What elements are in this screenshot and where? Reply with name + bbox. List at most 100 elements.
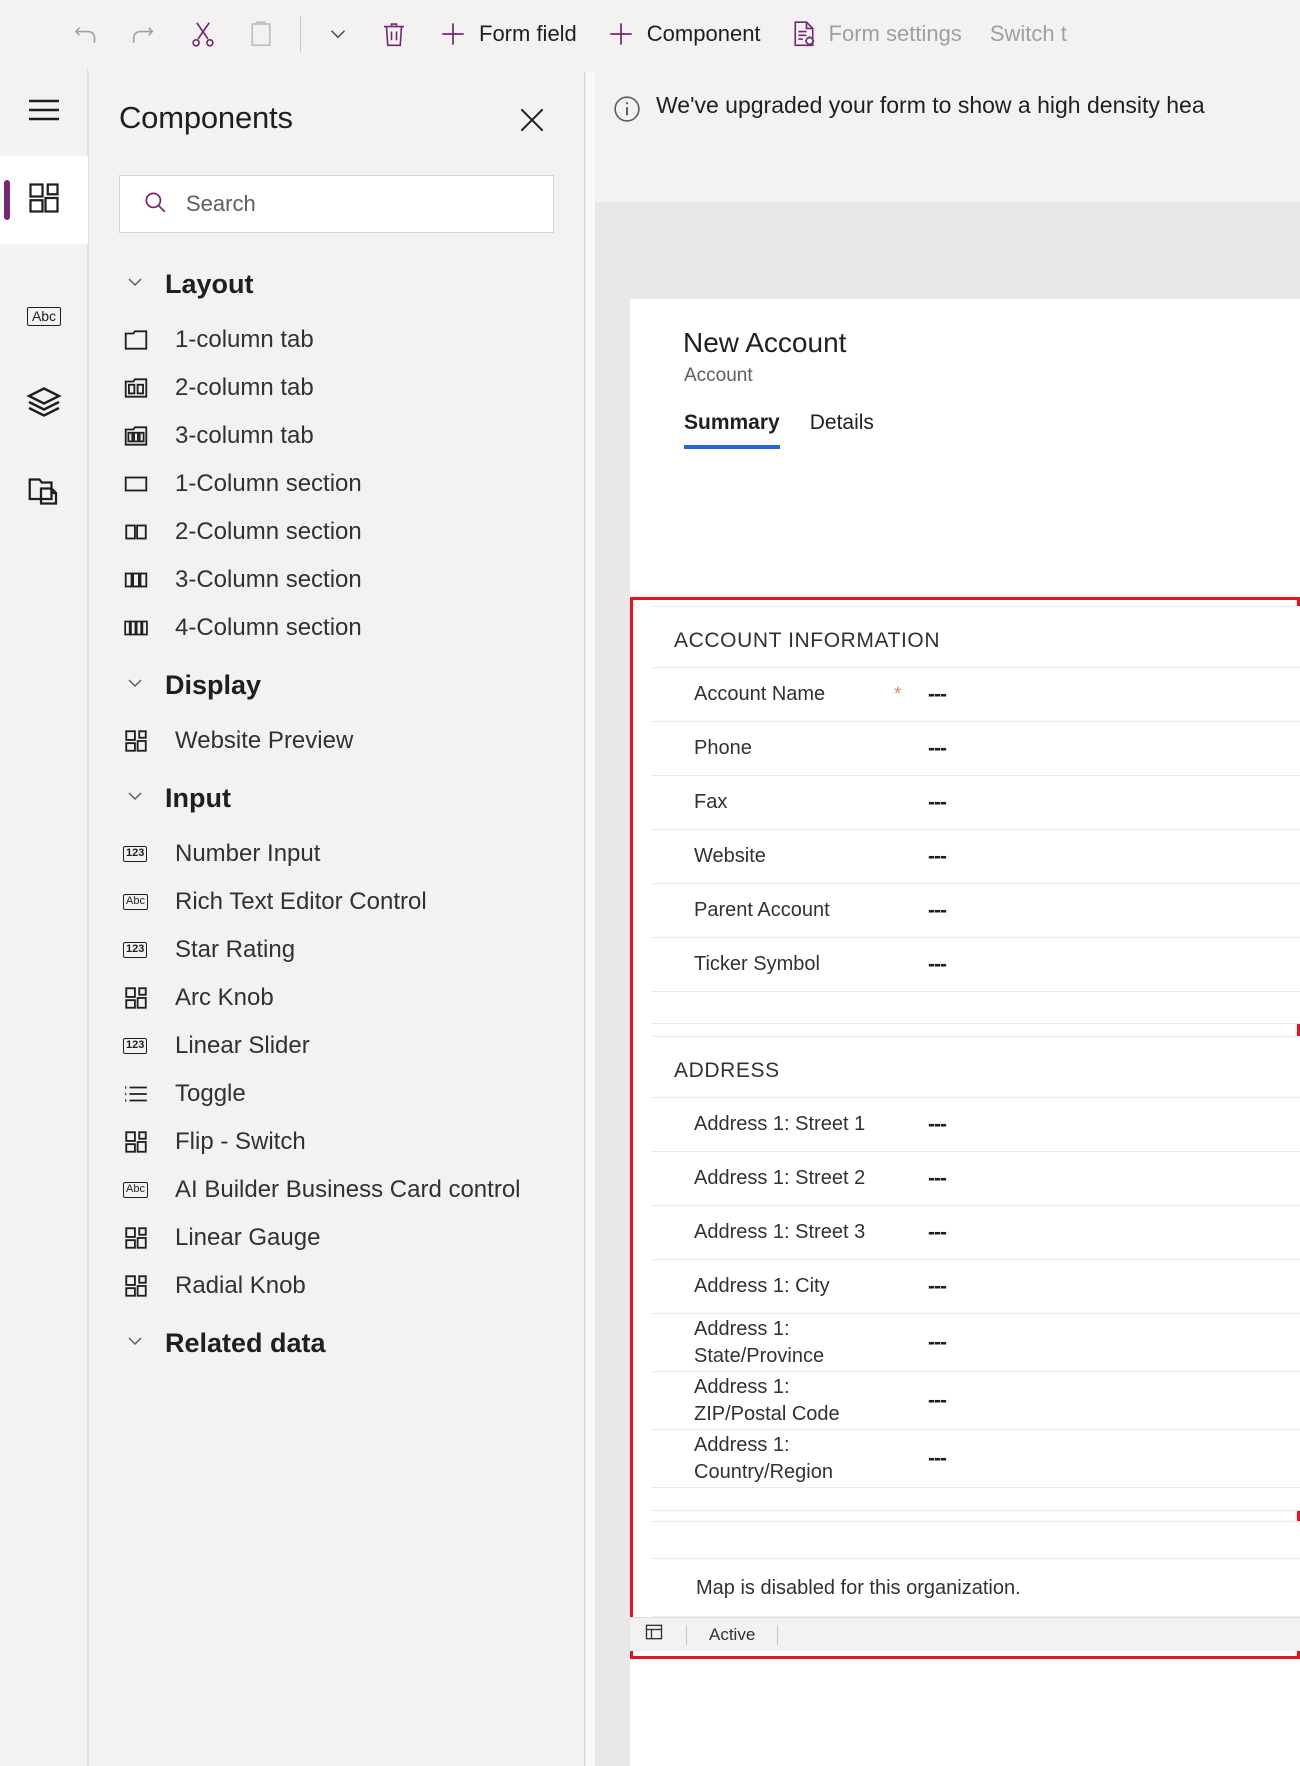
list-item[interactable]: Website Preview <box>89 717 584 765</box>
field-row[interactable]: Fax --- <box>652 775 1300 829</box>
list-item[interactable]: Abc Rich Text Editor Control <box>89 878 584 926</box>
group-header-input[interactable]: Input <box>89 765 584 830</box>
group-header-display[interactable]: Display <box>89 652 584 717</box>
field-label: Fax <box>694 791 728 813</box>
tab-1-column-icon <box>123 327 153 353</box>
list-item[interactable]: 3-column tab <box>89 412 584 460</box>
field-row[interactable]: Address 1: ZIP/Postal Code --- <box>652 1371 1300 1429</box>
group-header-related-data[interactable]: Related data <box>89 1310 584 1375</box>
field-row[interactable]: Website --- <box>652 829 1300 883</box>
list-item-label: Arc Knob <box>175 984 274 1011</box>
list-item[interactable]: 1-Column section <box>89 460 584 508</box>
field-row[interactable]: Account Name * --- <box>652 667 1300 721</box>
list-item[interactable]: 123 Number Input <box>89 830 584 878</box>
section-account-information[interactable]: ACCOUNT INFORMATION Account Name * --- P… <box>652 606 1300 1024</box>
tab-summary[interactable]: Summary <box>684 411 780 449</box>
field-row[interactable]: Phone --- <box>652 721 1300 775</box>
list-item[interactable]: Linear Gauge <box>89 1214 584 1262</box>
component-button[interactable]: Component <box>591 8 775 60</box>
component-grid-icon <box>123 1273 153 1299</box>
info-icon <box>612 94 642 129</box>
sidebar-item-components[interactable] <box>0 156 88 244</box>
search-input[interactable] <box>186 191 553 217</box>
list-item[interactable]: Abc AI Builder Business Card control <box>89 1166 584 1214</box>
list-item[interactable]: 2-column tab <box>89 364 584 412</box>
paste-button[interactable] <box>232 8 290 60</box>
abc-icon: Abc <box>26 306 62 326</box>
field-row[interactable]: Address 1: Street 3 --- <box>652 1205 1300 1259</box>
cut-button[interactable] <box>174 8 232 60</box>
hamburger-icon <box>27 97 61 128</box>
list-item[interactable]: Toggle <box>89 1070 584 1118</box>
field-value: --- <box>928 1220 947 1244</box>
field-row[interactable]: Ticker Symbol --- <box>652 937 1300 991</box>
form-settings-button[interactable]: Form settings <box>775 8 976 60</box>
field-row[interactable]: Address 1: Country/Region --- <box>652 1429 1300 1487</box>
chevron-down-icon <box>123 270 147 299</box>
switch-to-button[interactable]: Switch t <box>976 8 1081 60</box>
component-grid-icon <box>123 728 153 754</box>
list-item-label: Rich Text Editor Control <box>175 888 427 915</box>
field-value: --- <box>928 952 947 976</box>
list-item-label: 2-Column section <box>175 518 362 545</box>
number-123-icon: 123 <box>123 942 153 958</box>
form-field-label: Form field <box>479 21 577 46</box>
sidebar-item-copy-forms[interactable] <box>0 448 88 536</box>
field-label: Address 1: City <box>694 1275 830 1297</box>
required-indicator: * <box>894 683 902 705</box>
field-label: Parent Account <box>694 899 830 921</box>
list-item-label: AI Builder Business Card control <box>175 1176 521 1203</box>
field-row[interactable]: Address 1: Street 2 --- <box>652 1151 1300 1205</box>
plus-icon <box>437 18 469 50</box>
abc-icon: Abc <box>123 1182 153 1198</box>
components-panel: Components Layout <box>88 72 585 1766</box>
list-item[interactable]: Radial Knob <box>89 1262 584 1310</box>
list-item[interactable]: Flip - Switch <box>89 1118 584 1166</box>
tab-details[interactable]: Details <box>810 411 874 449</box>
field-value: --- <box>928 844 947 868</box>
list-item-label: Radial Knob <box>175 1272 306 1299</box>
list-item[interactable]: 3-Column section <box>89 556 584 604</box>
list-item-label: Toggle <box>175 1080 246 1107</box>
list-item[interactable]: 2-Column section <box>89 508 584 556</box>
section-title: ADDRESS <box>674 1059 780 1082</box>
tab-3-column-icon <box>123 423 153 449</box>
list-item[interactable]: 1-column tab <box>89 316 584 364</box>
list-item[interactable]: Arc Knob <box>89 974 584 1022</box>
notification-banner: We've upgraded your form to show a high … <box>595 72 1300 202</box>
field-row[interactable]: Address 1: City --- <box>652 1259 1300 1313</box>
field-value: --- <box>928 1166 947 1190</box>
chevron-down-icon <box>123 671 147 700</box>
list-item[interactable]: 4-Column section <box>89 604 584 652</box>
hamburger-menu-button[interactable] <box>0 68 88 156</box>
section-address[interactable]: ADDRESS Address 1: Street 1 --- Address … <box>652 1036 1300 1511</box>
group-header-layout[interactable]: Layout <box>89 251 584 316</box>
close-panel-button[interactable] <box>510 100 554 145</box>
status-divider <box>686 1624 687 1645</box>
search-box[interactable] <box>119 175 554 233</box>
list-item[interactable]: 123 Linear Slider <box>89 1022 584 1070</box>
field-row[interactable]: Parent Account --- <box>652 883 1300 937</box>
field-row[interactable]: Address 1: State/Province --- <box>652 1313 1300 1371</box>
undo-button[interactable] <box>58 8 116 60</box>
resize-icon[interactable] <box>644 1622 664 1647</box>
list-item-label: Linear Gauge <box>175 1224 321 1251</box>
field-row[interactable]: Address 1: Street 1 --- <box>652 1097 1300 1151</box>
field-label: Address 1: Street 2 <box>694 1167 866 1189</box>
sidebar-item-tree-view[interactable]: Abc <box>0 272 88 360</box>
chevron-down-icon <box>123 1329 147 1358</box>
list-item-label: 1-Column section <box>175 470 362 497</box>
delete-button[interactable] <box>365 8 423 60</box>
form-subtitle: Account <box>684 365 753 386</box>
list-item[interactable]: 123 Star Rating <box>89 926 584 974</box>
overflow-chevron-button[interactable] <box>311 8 365 60</box>
field-label: Address 1: Street 1 <box>694 1113 866 1135</box>
section-3-column-icon <box>123 567 153 593</box>
form-field-button[interactable]: Form field <box>423 8 591 60</box>
component-label: Component <box>646 21 761 46</box>
section-map[interactable]: Map is disabled for this organization. <box>652 1521 1300 1617</box>
page-title: Components <box>119 100 293 135</box>
redo-button[interactable] <box>116 8 174 60</box>
component-list: Layout 1-column tab 2-column tab 3-colum… <box>89 251 584 1375</box>
sidebar-item-layers[interactable] <box>0 360 88 448</box>
